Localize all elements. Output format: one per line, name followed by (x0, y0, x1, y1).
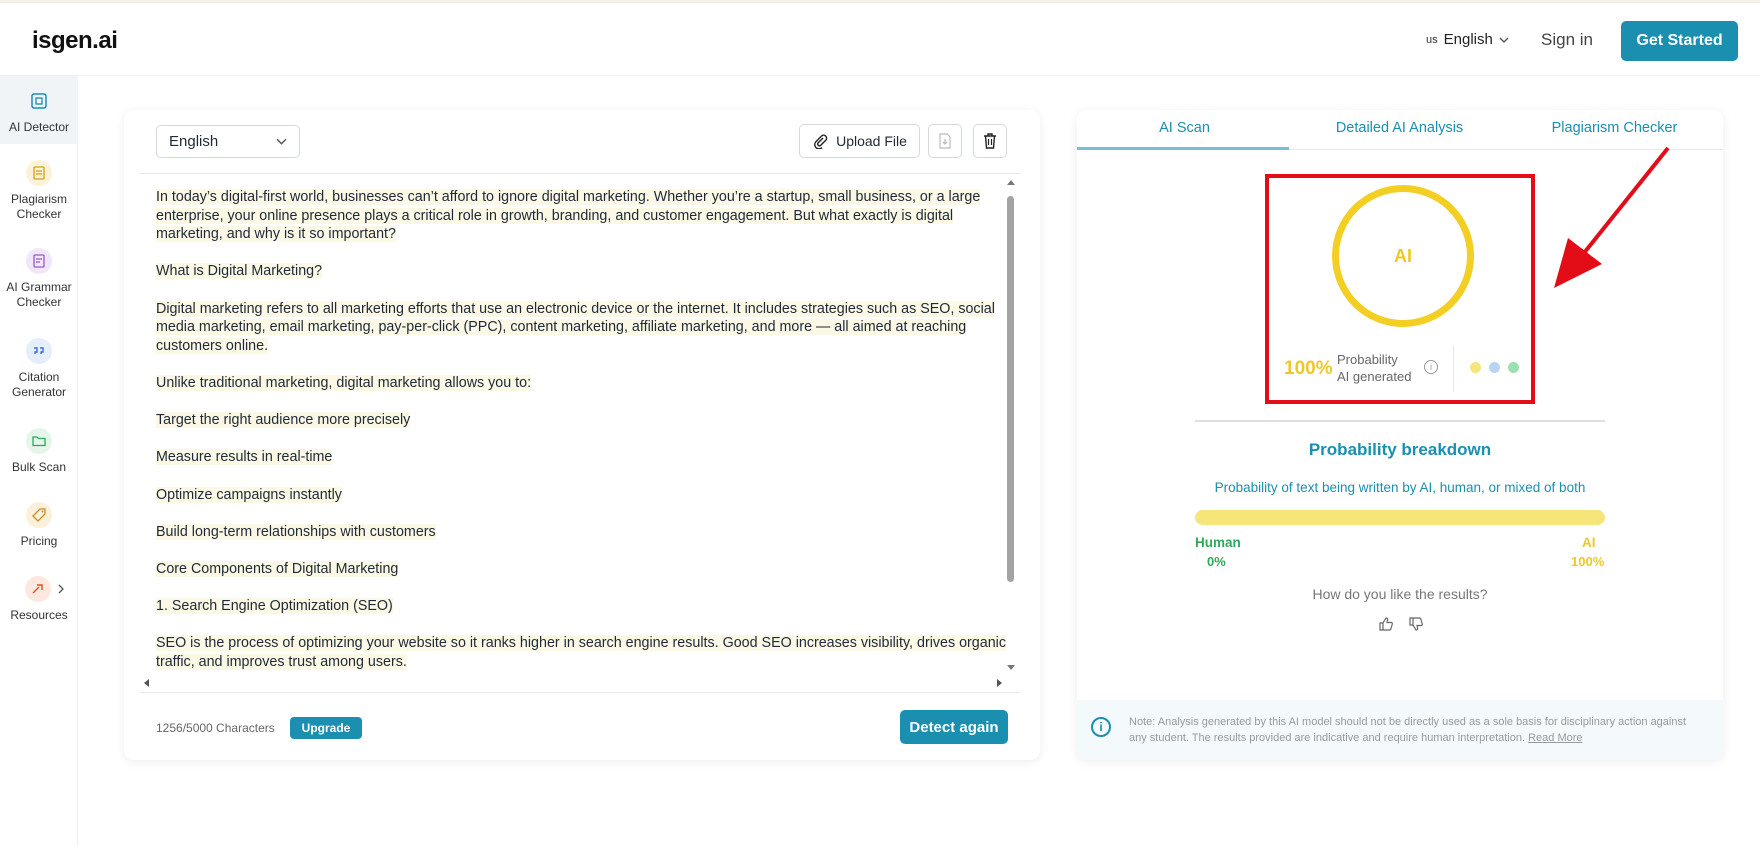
character-count: 1256/5000 Characters (156, 721, 275, 735)
text-input-area[interactable]: In today’s digital-first world, business… (140, 173, 1020, 693)
tab-ai-scan[interactable]: AI Scan (1077, 110, 1292, 150)
sidebar-item-label: Plagiarism Checker (10, 192, 67, 221)
sidebar-item-label: Resources (10, 608, 68, 622)
price-tag-icon (26, 502, 52, 528)
thumbs-up-icon[interactable] (1378, 616, 1394, 632)
tab-detailed-ai-analysis[interactable]: Detailed AI Analysis (1292, 110, 1507, 149)
legend-dot-human (1508, 362, 1519, 373)
breakdown-subtitle: Probability of text being written by AI,… (1214, 480, 1586, 495)
paragraph: Measure results in real-time (156, 449, 333, 466)
info-circle-icon: i (1091, 717, 1111, 737)
legend-dot-ai (1470, 362, 1481, 373)
feedback-question: How do you like the results? (1312, 586, 1488, 602)
sidebar-item-ai-grammar-checker[interactable]: AI Grammar Checker (0, 248, 78, 310)
ai-score-ring: AI (1332, 185, 1474, 327)
human-value: 0% (1207, 554, 1226, 569)
top-bar: isgen.ai us English Sign in Get Started (0, 0, 1760, 76)
read-more-link[interactable]: Read More (1528, 732, 1582, 744)
flag-icon: us (1426, 33, 1438, 46)
scroll-left-arrow[interactable] (144, 679, 149, 687)
ai-label: AI (1582, 535, 1596, 550)
scroll-up-arrow[interactable] (1007, 180, 1015, 185)
language-select-value: English (169, 133, 219, 150)
text-content: In today’s digital-first world, business… (156, 188, 1006, 690)
red-arrow-icon (1554, 146, 1670, 288)
chevron-right-icon (58, 584, 64, 594)
ai-detector-icon (26, 88, 52, 114)
download-icon (939, 133, 951, 149)
disclaimer-note: i Note: Analysis generated by this AI mo… (1077, 700, 1723, 760)
sign-in-link[interactable]: Sign in (1541, 30, 1593, 50)
probability-bar-fill (1195, 510, 1605, 525)
paragraph: Core Components of Digital Marketing (156, 560, 399, 577)
paragraph: SEO is the process of optimizing your we… (156, 635, 1006, 670)
info-icon[interactable]: i (1424, 360, 1438, 374)
paperclip-icon (814, 134, 828, 149)
paragraph: Digital marketing refers to all marketin… (156, 300, 995, 354)
resources-icon (25, 576, 51, 602)
paragraph: Unlike traditional marketing, digital ma… (156, 374, 532, 391)
probability-line2: AI generated (1337, 369, 1412, 384)
probability-label: Probability AI generated (1337, 351, 1411, 385)
editor-panel: English Upload File In today’s digital-f… (124, 110, 1040, 760)
thumbs-down-icon[interactable] (1408, 616, 1424, 632)
sidebar-item-bulk-scan[interactable]: Bulk Scan (0, 428, 78, 475)
scroll-right-arrow[interactable] (997, 679, 1002, 687)
sidebar-item-resources[interactable]: Resources (0, 576, 78, 623)
download-button[interactable] (928, 124, 962, 158)
upload-file-label: Upload File (836, 133, 907, 149)
language-switch[interactable]: us English (1426, 31, 1509, 48)
sidebar-item-pricing[interactable]: Pricing (0, 502, 78, 549)
paragraph: Build long-term relationships with custo… (156, 523, 436, 540)
breakdown-title: Probability breakdown (1308, 440, 1492, 459)
folder-icon (26, 428, 52, 454)
sidebar-item-label: Pricing (20, 534, 58, 548)
paragraph: 1. Search Engine Optimization (SEO) (156, 598, 393, 615)
upload-file-button[interactable]: Upload File (799, 124, 920, 158)
sidebar-item-label: AI Grammar Checker (6, 280, 72, 309)
paragraph: In today’s digital-first world, business… (156, 189, 981, 243)
vertical-scrollbar[interactable] (1007, 196, 1014, 582)
note-body: Note: Analysis generated by this AI mode… (1129, 716, 1687, 744)
citation-icon (26, 338, 52, 364)
sidebar-item-ai-detector[interactable]: AI Detector (0, 76, 78, 144)
language-label: English (1443, 31, 1493, 48)
sidebar-item-citation-generator[interactable]: Citation Generator (0, 338, 78, 400)
sidebar: AI Detector Plagiarism Checker AI Gramma… (0, 76, 78, 846)
chevron-down-icon (276, 138, 287, 145)
ai-percent: 100% (1284, 358, 1333, 379)
ring-label: AI (1394, 245, 1412, 266)
paragraph: Optimize campaigns instantly (156, 486, 342, 503)
sidebar-item-label: Bulk Scan (11, 460, 67, 474)
paragraph: What is Digital Marketing? (156, 263, 323, 280)
trash-icon (984, 133, 996, 149)
logo[interactable]: isgen.ai (32, 27, 118, 55)
delete-button[interactable] (973, 124, 1007, 158)
human-label: Human (1195, 535, 1241, 550)
upgrade-button[interactable]: Upgrade (290, 717, 362, 739)
divider (1195, 420, 1605, 422)
grammar-icon (26, 248, 52, 274)
ai-value: 100% (1571, 554, 1605, 569)
chevron-down-icon (1499, 37, 1509, 43)
sidebar-item-label: AI Detector (8, 120, 70, 134)
legend-dot-mixed (1489, 362, 1500, 373)
detect-again-button[interactable]: Detect again (900, 710, 1008, 744)
plagiarism-icon (26, 160, 52, 186)
language-select[interactable]: English (156, 125, 300, 158)
divider (1453, 346, 1454, 392)
sidebar-item-label: Citation Generator (11, 370, 67, 399)
scroll-down-arrow[interactable] (1007, 665, 1015, 670)
probability-line1: Probability (1337, 352, 1398, 367)
get-started-button[interactable]: Get Started (1621, 21, 1738, 61)
sidebar-item-plagiarism-checker[interactable]: Plagiarism Checker (0, 160, 78, 222)
note-text: Note: Analysis generated by this AI mode… (1129, 714, 1699, 746)
probability-bar (1195, 510, 1605, 525)
paragraph: Target the right audience more precisely (156, 412, 411, 429)
